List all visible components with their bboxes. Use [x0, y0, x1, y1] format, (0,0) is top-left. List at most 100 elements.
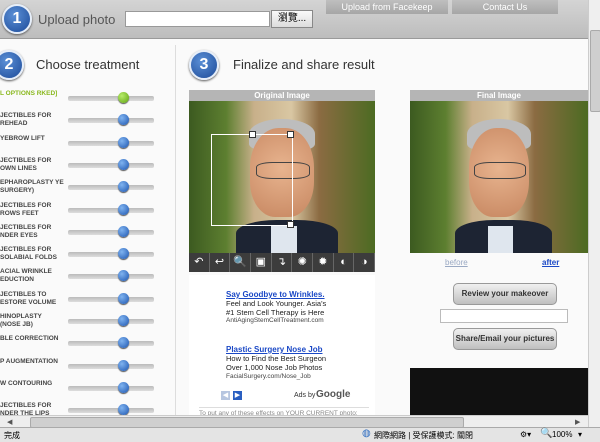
treatment-slider-knob[interactable] [118, 270, 129, 282]
photo-tool-icon[interactable]: ◑ [354, 253, 376, 272]
photo-tool-icon[interactable]: 🔍 [230, 253, 252, 272]
treatment-label[interactable]: JECTIBLES FOR SOLABIAL FOLDS [0, 246, 64, 262]
ads-next-icon[interactable]: ▶ [233, 391, 242, 400]
scroll-thumb[interactable] [590, 30, 600, 112]
treatment-slider-track[interactable] [68, 118, 154, 124]
treatment-row[interactable]: P AUGMENTATION [0, 358, 170, 380]
vertical-scrollbar[interactable] [588, 0, 600, 427]
photo-tool-icon[interactable]: ✺ [292, 253, 314, 272]
treatment-slider-knob[interactable] [118, 203, 129, 215]
photo-tool-icon[interactable]: ✹ [313, 253, 334, 272]
treatment-label[interactable]: YEBROW LIFT [0, 135, 64, 143]
scroll-right-icon[interactable]: ▶ [575, 418, 580, 426]
treatment-slider-knob[interactable] [118, 337, 129, 349]
treatment-row[interactable]: JECTIBLES FOR NDER EYES [0, 224, 170, 246]
treatment-slider-knob[interactable] [118, 158, 129, 170]
treatment-slider-knob[interactable] [118, 315, 129, 326]
treatment-row[interactable]: BLE CORRECTION [0, 335, 170, 357]
share-email-button[interactable]: Share/Email your pictures [453, 328, 557, 350]
selection-handle-top-right[interactable] [287, 131, 294, 138]
treatment-slider-knob[interactable] [118, 248, 129, 260]
treatment-label[interactable]: BLE CORRECTION [0, 335, 64, 343]
treatment-slider-track[interactable] [68, 207, 154, 213]
photo-shirt [270, 225, 297, 253]
photo-tool-icon[interactable]: ↩ [210, 253, 231, 272]
selection-handle-top[interactable] [249, 131, 256, 138]
treatment-label[interactable]: W CONTOURING [0, 380, 64, 388]
treatment-row[interactable]: JECTIBLES FOR ROWS FEET [0, 202, 170, 224]
treatment-label[interactable]: JECTIBLES FOR ROWS FEET [0, 202, 64, 218]
choose-treatment-title: Choose treatment [36, 57, 140, 72]
treatment-slider-track[interactable] [68, 341, 154, 347]
zoom-level[interactable]: 100% [552, 430, 572, 439]
photo-tool-icon[interactable]: ↶ [189, 253, 210, 272]
treatment-row[interactable]: JECTIBLES FOR SOLABIAL FOLDS [0, 246, 170, 268]
treatment-slider-track[interactable] [68, 408, 154, 414]
treatment-row[interactable]: YEBROW LIFT [0, 135, 170, 157]
status-text: 完成 [4, 431, 20, 440]
photo-tool-icon[interactable]: ▣ [251, 253, 272, 272]
ad-2-url[interactable]: FacialSurgery.com/Nose_Job [226, 373, 311, 380]
treatment-row[interactable]: ACIAL WRINKLE EDUCTION [0, 268, 170, 290]
ad-1-url[interactable]: AntiAgingStemCellTreatment.com [226, 317, 324, 324]
photo-tool-icon[interactable]: ◐ [334, 253, 355, 272]
treatment-slider-knob[interactable] [118, 404, 129, 416]
treatment-slider-track[interactable] [68, 96, 154, 101]
ads-prev-icon[interactable]: ◀ [221, 391, 230, 400]
treatment-row[interactable]: JECTIBLES FOR OWN LINES [0, 157, 170, 179]
settings-icon[interactable]: ⚙▾ [520, 430, 531, 439]
ad-2-title[interactable]: Plastic Surgery Nose Job [226, 345, 322, 354]
treatment-slider-track[interactable] [68, 385, 154, 391]
treatment-slider-track[interactable] [68, 252, 154, 258]
google-logo[interactable]: Google [316, 389, 350, 400]
treatment-slider-knob[interactable] [118, 181, 129, 193]
scroll-left-icon[interactable]: ◀ [7, 418, 12, 426]
treatment-label[interactable]: ACIAL WRINKLE EDUCTION [0, 268, 64, 284]
face-selection-box[interactable] [211, 134, 293, 226]
zoom-dropdown-icon[interactable]: ▾ [578, 430, 582, 439]
treatment-row[interactable]: JECTIBLES TO ESTORE VOLUME [0, 291, 170, 313]
treatment-slider-track[interactable] [68, 319, 154, 324]
treatment-slider-knob[interactable] [118, 114, 129, 126]
treatment-slider-knob[interactable] [118, 381, 129, 393]
treatment-label[interactable]: EPHAROPLASTY YE SURGERY) [0, 179, 64, 195]
tab-upload-from-facekeep[interactable]: Upload from Facekeep [326, 0, 448, 14]
treatment-row[interactable]: HINOPLASTY (NOSE JB) [0, 313, 170, 335]
share-text-field[interactable] [440, 309, 568, 323]
treatment-label[interactable]: JECTIBLES FOR REHEAD [0, 112, 64, 128]
original-photo[interactable] [189, 101, 375, 253]
treatment-label[interactable]: JECTIBLES FOR OWN LINES [0, 157, 64, 173]
treatment-slider-knob[interactable] [118, 92, 129, 103]
treatment-slider-knob[interactable] [118, 359, 129, 371]
treatment-slider-track[interactable] [68, 296, 154, 302]
treatment-slider-track[interactable] [68, 185, 154, 191]
treatment-slider-track[interactable] [68, 140, 154, 146]
selection-handle-bottom-right[interactable] [287, 221, 294, 228]
ad-1-title[interactable]: Say Goodbye to Wrinkles. [226, 290, 325, 299]
treatment-slider-knob[interactable] [118, 292, 129, 304]
treatment-row[interactable]: JECTIBLES FOR REHEAD [0, 112, 170, 134]
treatment-slider-knob[interactable] [118, 136, 129, 148]
treatment-row[interactable]: EPHAROPLASTY YE SURGERY) [0, 179, 170, 201]
treatment-label[interactable]: JECTIBLES TO ESTORE VOLUME [0, 291, 64, 307]
treatment-slider-track[interactable] [68, 363, 154, 369]
treatment-slider-track[interactable] [68, 274, 154, 280]
treatment-row[interactable]: W CONTOURING [0, 380, 170, 402]
file-path-input[interactable] [125, 11, 270, 27]
after-link[interactable]: after [542, 258, 559, 267]
treatment-slider-track[interactable] [68, 162, 154, 168]
tab-contact-us[interactable]: Contact Us [452, 0, 558, 14]
treatment-slider-track[interactable] [68, 229, 154, 235]
browse-button[interactable]: 瀏覽... [271, 10, 313, 28]
treatment-label[interactable]: L OPTIONS RKED] [0, 90, 64, 98]
before-link[interactable]: before [445, 258, 468, 267]
ad-1-line-2: #1 Stem Cell Therapy is Here [226, 308, 325, 317]
photo-tool-icon[interactable]: ↴ [272, 253, 293, 272]
treatment-slider-knob[interactable] [118, 225, 129, 237]
treatment-label[interactable]: JECTIBLES FOR NDER EYES [0, 224, 64, 240]
review-makeover-button[interactable]: Review your makeover [453, 283, 557, 305]
step-1-badge: 1 [2, 4, 32, 34]
treatment-row[interactable]: L OPTIONS RKED] [0, 90, 170, 112]
treatment-label[interactable]: HINOPLASTY (NOSE JB) [0, 313, 64, 329]
treatment-label[interactable]: P AUGMENTATION [0, 358, 64, 366]
